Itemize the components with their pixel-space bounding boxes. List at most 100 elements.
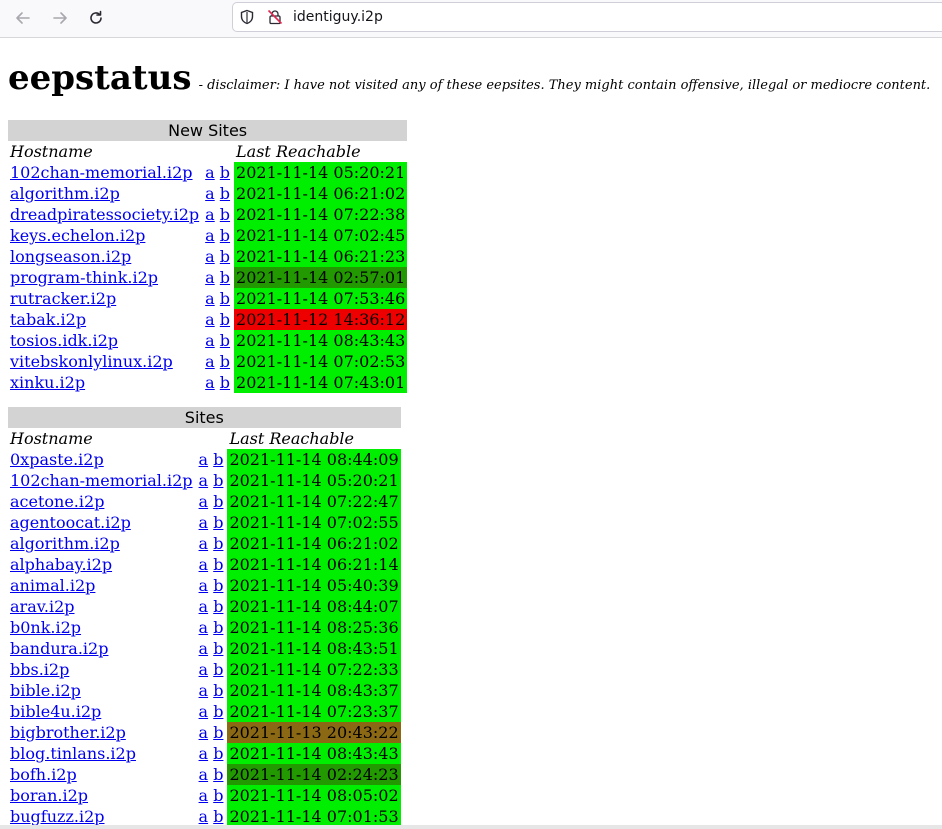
link-a[interactable]: a [199,765,209,784]
link-a[interactable]: a [199,471,209,490]
link-a[interactable]: a [199,597,209,616]
hostname-link[interactable]: b0nk.i2p [10,618,81,637]
link-a[interactable]: a [205,331,215,350]
hostname-link[interactable]: vitebskonlylinux.i2p [10,352,173,371]
hostname-link[interactable]: algorithm.i2p [10,534,120,553]
hostname-link[interactable]: rutracker.i2p [10,289,116,308]
link-b[interactable]: b [213,744,223,763]
link-a[interactable]: a [199,681,209,700]
hostname-link[interactable]: 102chan-memorial.i2p [10,163,193,182]
insecure-lock-icon[interactable] [267,9,283,25]
link-b[interactable]: b [220,247,230,266]
link-b[interactable]: b [213,681,223,700]
hostname-link[interactable]: acetone.i2p [10,492,104,511]
link-b[interactable]: b [220,331,230,350]
forward-button[interactable] [46,4,74,32]
hostname-link[interactable]: arav.i2p [10,597,75,616]
hostname-link[interactable]: bible4u.i2p [10,702,101,721]
link-b[interactable]: b [220,310,230,329]
link-b[interactable]: b [220,226,230,245]
link-a[interactable]: a [205,184,215,203]
hostname-link[interactable]: alphabay.i2p [10,555,112,574]
link-a[interactable]: a [205,352,215,371]
link-a[interactable]: a [199,450,209,469]
link-a[interactable]: a [205,205,215,224]
reload-button[interactable] [82,4,110,32]
link-a[interactable]: a [199,702,209,721]
link-a[interactable]: a [199,492,209,511]
hostname-link[interactable]: tabak.i2p [10,310,86,329]
link-b[interactable]: b [220,268,230,287]
links-column-header [203,141,232,162]
link-b[interactable]: b [213,450,223,469]
link-b[interactable]: b [220,163,230,182]
link-a[interactable]: a [199,534,209,553]
link-b[interactable]: b [220,352,230,371]
link-a[interactable]: a [205,310,215,329]
hostname-link[interactable]: keys.echelon.i2p [10,226,145,245]
hostname-link[interactable]: bigbrother.i2p [10,723,126,742]
hostname-link[interactable]: longseason.i2p [10,247,131,266]
hostname-link[interactable]: program-think.i2p [10,268,158,287]
link-b[interactable]: b [213,555,223,574]
link-a[interactable]: a [199,660,209,679]
link-a[interactable]: a [205,163,215,182]
link-b[interactable]: b [213,576,223,595]
link-b[interactable]: b [213,534,223,553]
link-a[interactable]: a [199,618,209,637]
link-a[interactable]: a [205,289,215,308]
link-a[interactable]: a [199,807,209,826]
hostname-link[interactable]: algorithm.i2p [10,184,120,203]
hostname-link[interactable]: animal.i2p [10,576,95,595]
hostname-link[interactable]: 0xpaste.i2p [10,450,104,469]
shield-icon[interactable] [239,9,255,25]
hostname-link[interactable]: blog.tinlans.i2p [10,744,136,763]
link-b[interactable]: b [213,513,223,532]
hostname-link[interactable]: bbs.i2p [10,660,69,679]
link-b[interactable]: b [213,807,223,826]
table-row: b0nk.i2p a b 2021-11-14 08:25:36 [8,617,401,638]
link-b[interactable]: b [213,618,223,637]
link-b[interactable]: b [220,373,230,392]
link-b[interactable]: b [220,289,230,308]
link-a[interactable]: a [205,247,215,266]
last-reachable-cell: 2021-11-14 06:21:14 [227,554,401,575]
link-a[interactable]: a [199,639,209,658]
table-row: algorithm.i2p a b 2021-11-14 06:21:02 [8,533,401,554]
hostname-link[interactable]: boran.i2p [10,786,88,805]
link-a[interactable]: a [199,513,209,532]
hostname-link[interactable]: dreadpiratessociety.i2p [10,205,199,224]
link-a[interactable]: a [205,268,215,287]
link-a[interactable]: a [205,373,215,392]
link-b[interactable]: b [213,639,223,658]
link-a[interactable]: a [199,723,209,742]
link-b[interactable]: b [213,660,223,679]
hostname-link[interactable]: xinku.i2p [10,373,85,392]
link-b[interactable]: b [220,205,230,224]
link-a[interactable]: a [205,226,215,245]
link-b[interactable]: b [213,786,223,805]
hostname-link[interactable]: bugfuzz.i2p [10,807,105,826]
link-b[interactable]: b [213,765,223,784]
link-b[interactable]: b [213,471,223,490]
hostname-link[interactable]: 102chan-memorial.i2p [10,471,193,490]
horizontal-scrollbar[interactable] [0,825,942,829]
link-b[interactable]: b [213,492,223,511]
link-b[interactable]: b [213,702,223,721]
link-a[interactable]: a [199,744,209,763]
hostname-link[interactable]: tosios.idk.i2p [10,331,118,350]
table-row: algorithm.i2p a b 2021-11-14 06:21:02 [8,183,408,204]
hostname-link[interactable]: bible.i2p [10,681,81,700]
back-button[interactable] [9,4,37,32]
link-a[interactable]: a [199,576,209,595]
link-b[interactable]: b [213,597,223,616]
url-bar[interactable]: identiguy.i2p [232,2,942,32]
link-b[interactable]: b [213,723,223,742]
hostname-link[interactable]: agentoocat.i2p [10,513,131,532]
hostname-link[interactable]: bofh.i2p [10,765,77,784]
link-a[interactable]: a [199,555,209,574]
link-b[interactable]: b [220,184,230,203]
hostname-link[interactable]: bandura.i2p [10,639,108,658]
link-a[interactable]: a [199,786,209,805]
url-text[interactable]: identiguy.i2p [293,9,383,25]
